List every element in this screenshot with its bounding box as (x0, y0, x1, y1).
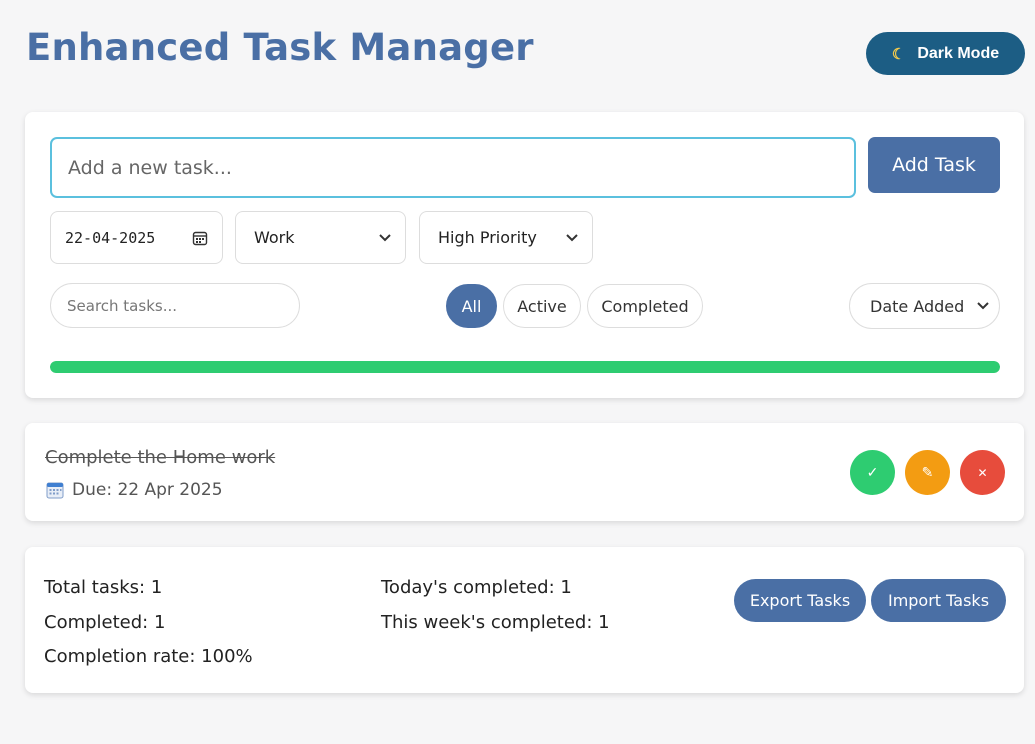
dark-mode-button[interactable]: ☾ Dark Mode (866, 32, 1025, 75)
calendar-icon[interactable] (192, 230, 208, 246)
stat-total: Total tasks: 1 (44, 577, 163, 598)
task-form-card: Add Task 22-04-2025 Work High Priority (25, 112, 1024, 398)
chevron-down-icon (566, 233, 578, 241)
calendar-icon (46, 482, 64, 499)
category-value: Work (254, 228, 295, 247)
page-title: Enhanced Task Manager (26, 26, 534, 69)
stat-completed: Completed: 1 (44, 612, 166, 633)
task-text: Complete the Home work (45, 447, 276, 468)
moon-icon: ☾ (891, 45, 906, 63)
pencil-icon: ✎ (921, 464, 934, 480)
task-item: Complete the Home work Due: 22 Apr 2025 … (25, 423, 1024, 521)
stat-week: This week's completed: 1 (381, 612, 610, 633)
edit-task-button[interactable]: ✎ (905, 450, 950, 495)
complete-task-button[interactable]: ✓ (850, 450, 895, 495)
category-select[interactable]: Work (235, 211, 406, 264)
priority-select[interactable]: High Priority (419, 211, 593, 264)
progress-bar (50, 361, 1000, 373)
task-due-row: Due: 22 Apr 2025 (46, 480, 223, 500)
stat-today: Today's completed: 1 (381, 577, 572, 598)
filter-completed-button[interactable]: Completed (587, 284, 703, 328)
close-icon: ✕ (977, 465, 988, 480)
chevron-down-icon (379, 233, 391, 241)
due-date-value: 22-04-2025 (65, 228, 156, 247)
stats-card: Total tasks: 1 Completed: 1 Completion r… (25, 547, 1024, 693)
add-task-button[interactable]: Add Task (868, 137, 1000, 193)
delete-task-button[interactable]: ✕ (960, 450, 1005, 495)
priority-value: High Priority (438, 228, 537, 247)
dark-mode-label: Dark Mode (917, 44, 1000, 62)
new-task-input[interactable] (50, 137, 856, 198)
check-icon: ✓ (866, 464, 879, 480)
due-date-picker[interactable]: 22-04-2025 (50, 211, 223, 264)
filter-all-button[interactable]: All (446, 284, 497, 328)
progress-fill (50, 361, 1000, 373)
import-tasks-button[interactable]: Import Tasks (871, 579, 1006, 622)
sort-select[interactable]: Date Added (849, 283, 1000, 329)
sort-value: Date Added (870, 296, 965, 316)
export-tasks-button[interactable]: Export Tasks (734, 579, 866, 622)
chevron-down-icon (977, 302, 989, 310)
stat-rate: Completion rate: 100% (44, 646, 253, 667)
app-root: Enhanced Task Manager ☾ Dark Mode Add Ta… (0, 0, 1035, 744)
filter-active-button[interactable]: Active (503, 284, 581, 328)
search-input[interactable] (50, 283, 300, 328)
task-due-date: Due: 22 Apr 2025 (72, 480, 223, 500)
